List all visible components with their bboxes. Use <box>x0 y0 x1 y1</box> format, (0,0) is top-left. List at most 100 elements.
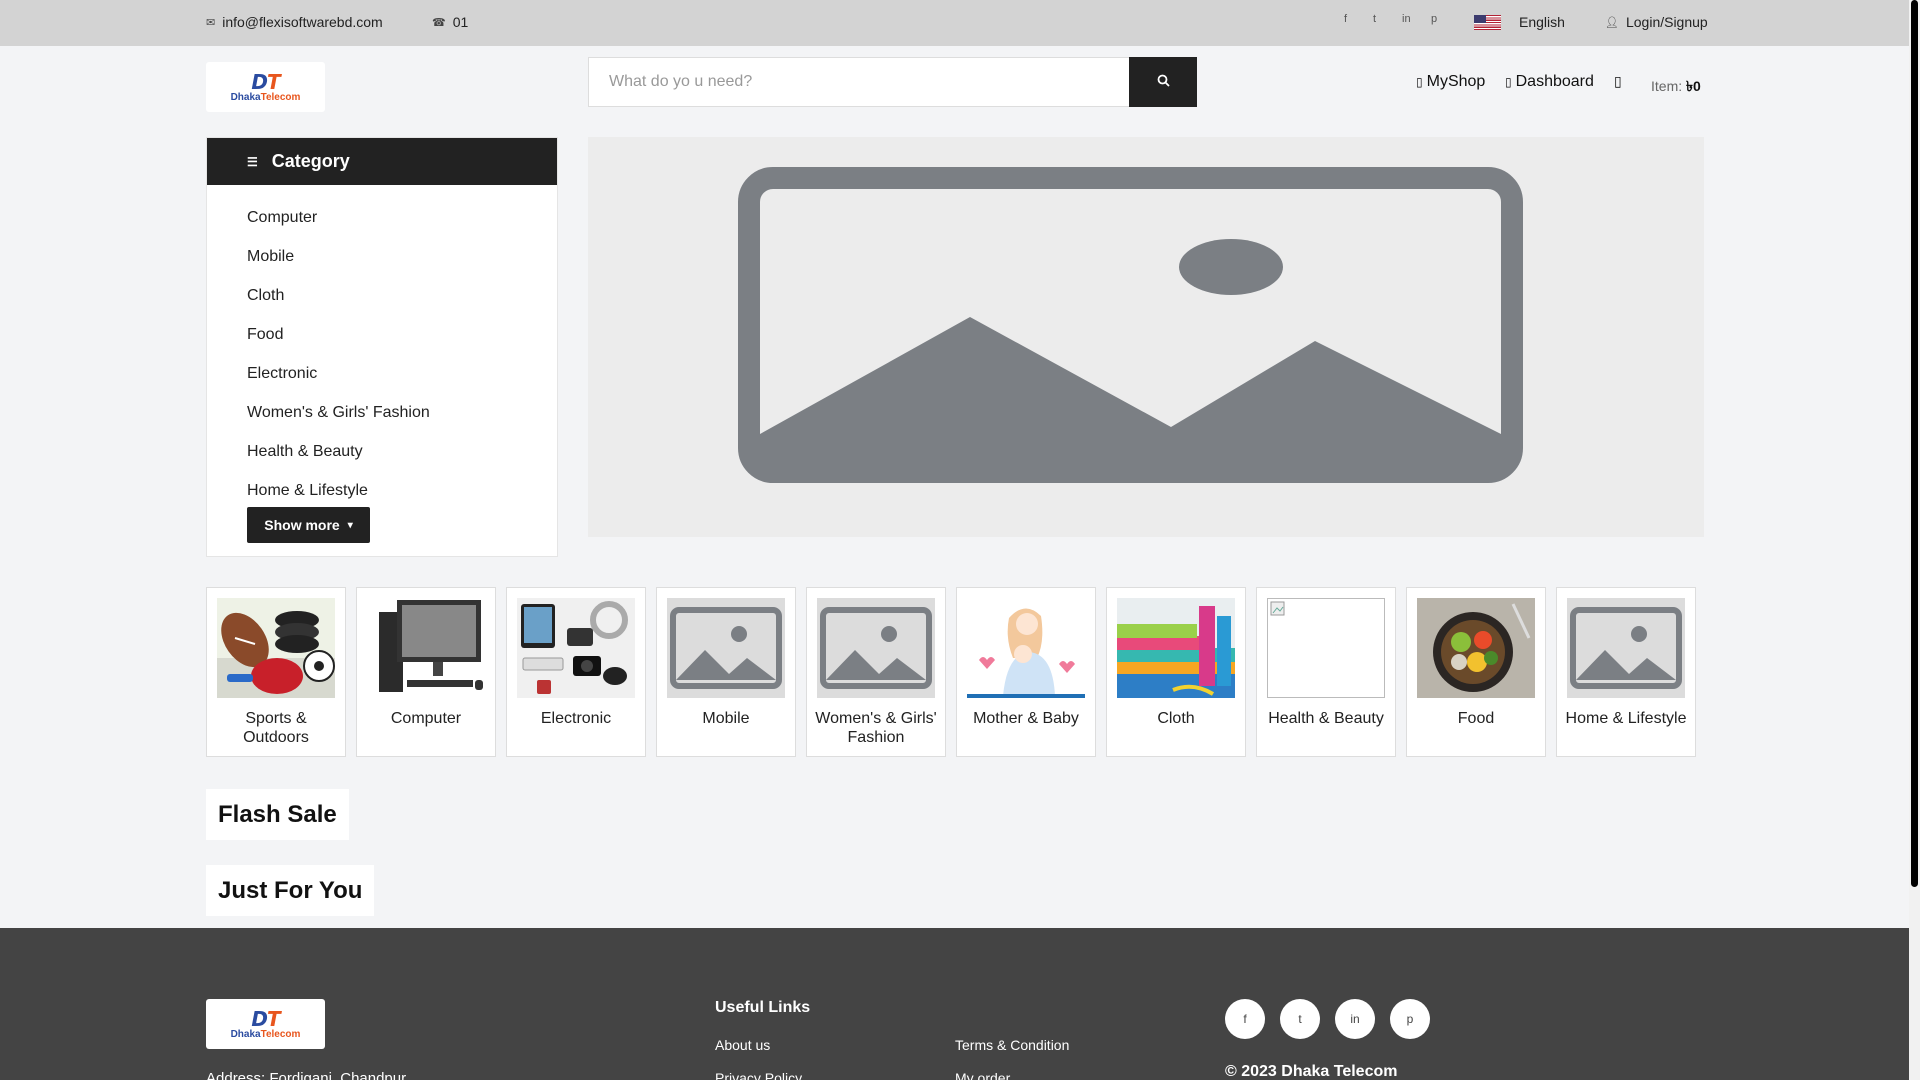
logo-text: DhakaTelecom <box>230 91 301 103</box>
chevron-down-icon: ▾ <box>347 519 353 531</box>
category-card-computer[interactable]: Computer <box>356 587 496 757</box>
login-label: Login/Signup <box>1625 14 1708 30</box>
site-logo[interactable]: DT DhakaTelecom <box>206 62 325 112</box>
cart-summary: Item: ৳0 <box>1651 75 1701 99</box>
about-us-link[interactable]: About us <box>715 1037 770 1053</box>
category-card-mobile[interactable]: Mobile <box>656 587 796 757</box>
linkedin-icon[interactable]: in <box>1335 999 1375 1039</box>
category-card-label: Mother & Baby <box>973 710 1079 727</box>
search-input[interactable] <box>588 57 1129 107</box>
facebook-icon[interactable]: f <box>1344 13 1347 25</box>
category-card-label: Health & Beauty <box>1268 710 1384 727</box>
mother-baby-thumbnail <box>967 598 1085 698</box>
dashboard-icon: ▯ <box>1505 75 1512 89</box>
show-more-button[interactable]: Show more ▾ <box>247 507 370 543</box>
category-card-label: Computer <box>390 710 462 727</box>
category-card-label: Food <box>1457 710 1495 727</box>
linkedin-icon[interactable]: in <box>1402 13 1411 25</box>
image-placeholder-icon <box>738 167 1523 483</box>
food-thumbnail <box>1417 598 1535 698</box>
category-card-food[interactable]: Food <box>1406 587 1546 757</box>
just-for-you-heading: Just For You <box>206 865 375 916</box>
phone-icon: ☎ <box>432 16 446 29</box>
envelope-icon: ✉ <box>206 16 216 29</box>
category-card-label: Mobile <box>702 710 750 727</box>
email-contact[interactable]: ✉ info@flexisoftwarebd.com <box>206 14 383 30</box>
search-icon <box>1157 74 1170 87</box>
menu-icon: ☰ <box>247 154 258 169</box>
sports-thumbnail <box>217 598 335 698</box>
footer-address: Address: Fordiganj, Chandpur <box>206 1070 407 1080</box>
phone-contact[interactable]: ☎ 01 <box>432 14 468 30</box>
top-bar: ✉ info@flexisoftwarebd.com ☎ 01 f t in p… <box>0 0 1909 46</box>
scrollbar-thumb[interactable] <box>1911 0 1918 887</box>
category-item-food[interactable]: Food <box>207 316 557 355</box>
category-item-health-beauty[interactable]: Health & Beauty <box>207 433 557 472</box>
pinterest-icon[interactable]: p <box>1431 13 1437 25</box>
flash-sale-heading: Flash Sale <box>206 789 349 840</box>
category-header[interactable]: ☰ Category <box>207 138 557 185</box>
user-icon: 👤︎ <box>1605 16 1619 29</box>
category-item-womens-fashion[interactable]: Women's & Girls' Fashion <box>207 394 557 433</box>
category-title: Category <box>271 151 350 171</box>
language-label: English <box>1519 14 1565 30</box>
facebook-icon[interactable]: f <box>1225 999 1265 1039</box>
show-more-label: Show more <box>264 517 340 533</box>
category-card-sports[interactable]: Sports & Outdoors <box>206 587 346 757</box>
category-card-label: Electronic <box>540 710 612 727</box>
twitter-icon[interactable]: t <box>1280 999 1320 1039</box>
computer-thumbnail <box>367 598 485 698</box>
terms-link[interactable]: Terms & Condition <box>955 1037 1069 1053</box>
language-selector[interactable]: English <box>1474 14 1565 30</box>
placeholder-thumbnail <box>1567 598 1685 698</box>
email-text: info@flexisoftwarebd.com <box>222 14 383 30</box>
electronic-thumbnail <box>517 598 635 698</box>
copyright-text: © 2023 Dhaka Telecom <box>1225 1063 1398 1080</box>
category-panel: ☰ Category Computer Mobile Cloth Food El… <box>206 137 558 557</box>
shop-icon: ▯ <box>1416 75 1423 89</box>
category-card-label: Home & Lifestyle <box>1565 710 1687 727</box>
myshop-link[interactable]: ▯ MyShop <box>1416 73 1485 91</box>
category-card-electronic[interactable]: Electronic <box>506 587 646 757</box>
phone-text: 01 <box>452 14 469 30</box>
logo-text: DhakaTelecom <box>230 1028 301 1040</box>
cart-label: Item: <box>1651 78 1683 94</box>
cart-value: ৳0 <box>1686 78 1701 94</box>
twitter-icon[interactable]: t <box>1373 13 1376 25</box>
us-flag-icon <box>1474 14 1501 30</box>
pinterest-icon[interactable]: p <box>1390 999 1430 1039</box>
site-footer: DT DhakaTelecom Address: Fordiganj, Chan… <box>0 928 1909 1080</box>
dashboard-link[interactable]: ▯ Dashboard <box>1505 73 1594 91</box>
myshop-label: MyShop <box>1426 73 1486 90</box>
cloth-thumbnail <box>1117 598 1235 698</box>
logo-mark: DT <box>251 1006 280 1031</box>
category-list: Computer Mobile Cloth Food Electronic Wo… <box>207 185 557 511</box>
useful-links-title: Useful Links <box>715 999 811 1016</box>
category-item-electronic[interactable]: Electronic <box>207 355 557 394</box>
category-card-label: Cloth <box>1157 710 1195 727</box>
category-card-home-lifestyle[interactable]: Home & Lifestyle <box>1556 587 1696 757</box>
logo-mark: DT <box>251 69 280 94</box>
footer-logo[interactable]: DT DhakaTelecom <box>206 999 325 1049</box>
search-bar <box>588 57 1197 107</box>
cart-button[interactable]: ▯ <box>1614 73 1622 90</box>
login-signup-link[interactable]: 👤︎ Login/Signup <box>1605 14 1708 30</box>
hero-banner[interactable] <box>588 137 1704 537</box>
category-card-mother-baby[interactable]: Mother & Baby <box>956 587 1096 757</box>
category-item-cloth[interactable]: Cloth <box>207 277 557 316</box>
broken-image-thumbnail <box>1267 598 1385 698</box>
category-item-mobile[interactable]: Mobile <box>207 238 557 277</box>
placeholder-thumbnail <box>817 598 935 698</box>
category-item-home-lifestyle[interactable]: Home & Lifestyle <box>207 472 557 511</box>
category-item-computer[interactable]: Computer <box>207 199 557 238</box>
category-card-health-beauty[interactable]: Health & Beauty <box>1256 587 1396 757</box>
category-card-womens-fashion[interactable]: Women's & Girls' Fashion <box>806 587 946 757</box>
dashboard-label: Dashboard <box>1515 73 1594 90</box>
my-order-link[interactable]: My order <box>955 1070 1010 1080</box>
placeholder-thumbnail <box>667 598 785 698</box>
cart-icon: ▯ <box>1614 73 1622 89</box>
search-button[interactable] <box>1129 57 1197 107</box>
category-card-cloth[interactable]: Cloth <box>1106 587 1246 757</box>
privacy-policy-link[interactable]: Privacy Policy <box>715 1070 802 1080</box>
category-card-label: Sports & Outdoors <box>243 710 309 746</box>
